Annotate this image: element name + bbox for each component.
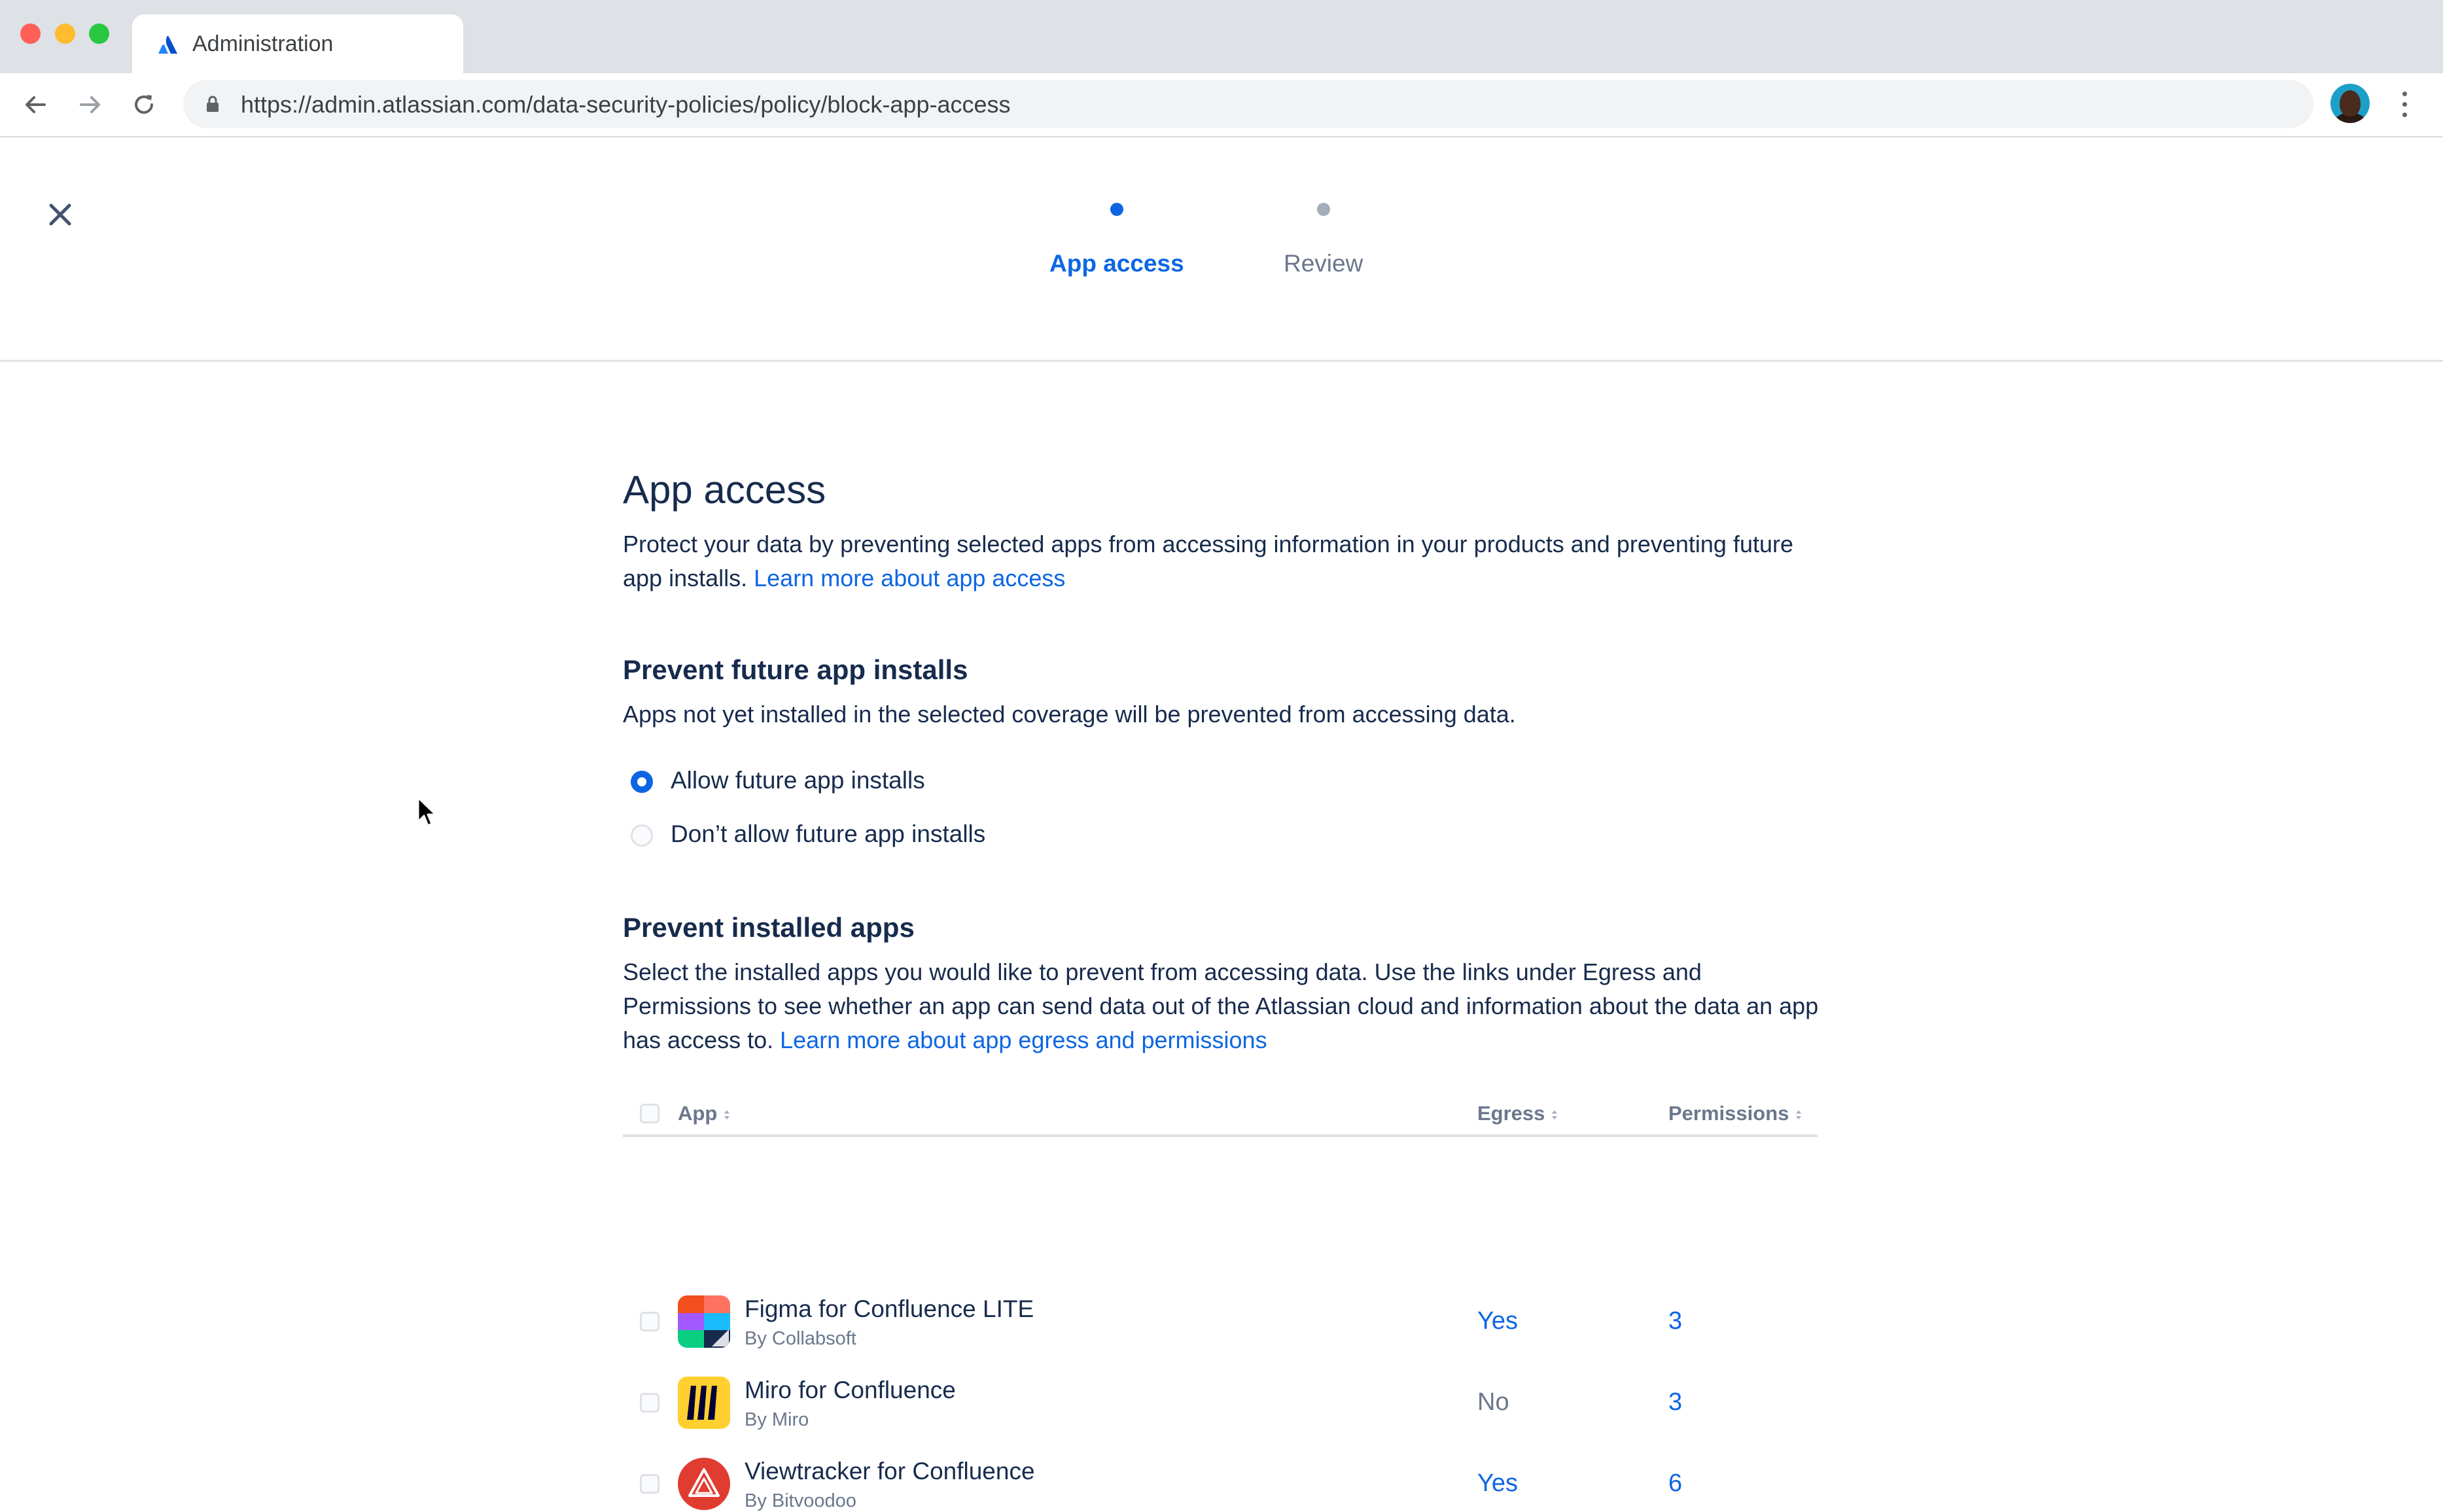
tab-strip: Administration	[0, 0, 2443, 73]
mouse-cursor-icon	[417, 796, 437, 827]
arrow-left-icon	[26, 96, 46, 113]
browser-tab[interactable]: Administration	[132, 14, 463, 73]
header-divider	[0, 360, 2443, 362]
close-icon[interactable]	[42, 196, 79, 233]
egress-value: No	[1477, 1388, 1509, 1416]
arrow-right-icon	[80, 96, 100, 113]
reload-button[interactable]	[127, 88, 161, 122]
tab-title: Administration	[192, 31, 334, 56]
figma-icon	[678, 1295, 730, 1348]
app-vendor: By Collabsoft	[745, 1328, 856, 1349]
app-vendor: By Miro	[745, 1409, 809, 1430]
intro-description: Protect your data by preventing selected…	[623, 527, 1820, 595]
page-title: App access	[623, 468, 826, 512]
step-review[interactable]: Review	[1284, 250, 1363, 277]
sort-icon	[724, 1110, 730, 1119]
installed-apps-description: Select the installed apps you would like…	[623, 955, 1820, 1057]
learn-more-app-access-link[interactable]: Learn more about app access	[754, 565, 1065, 591]
select-all-checkbox[interactable]	[640, 1104, 659, 1123]
forward-button[interactable]	[73, 88, 107, 122]
dont-allow-future-installs-label[interactable]: Don’t allow future app installs	[671, 820, 985, 848]
browser-toolbar: https://admin.atlassian.com/data-securit…	[0, 73, 2443, 137]
app-vendor: By Bitvoodoo	[745, 1490, 856, 1511]
sort-icon	[1552, 1110, 1558, 1119]
allow-future-installs-label[interactable]: Allow future app installs	[671, 767, 925, 794]
minimize-window-button[interactable]	[55, 24, 75, 44]
step-indicator-app-access	[1110, 203, 1123, 216]
column-header-app[interactable]: App	[678, 1102, 731, 1125]
app-name: Figma for Confluence LITE	[745, 1295, 1034, 1322]
viewtracker-icon	[678, 1458, 730, 1510]
future-installs-description: Apps not yet installed in the selected c…	[623, 701, 1516, 728]
more-options-icon[interactable]	[2392, 90, 2418, 119]
app-name: Miro for Confluence	[745, 1377, 956, 1403]
column-header-egress[interactable]: Egress	[1477, 1102, 1559, 1125]
wizard-header: App access Review	[0, 137, 2443, 360]
table-header-divider	[623, 1134, 1818, 1137]
close-window-button[interactable]	[20, 24, 41, 44]
permissions-link[interactable]: 6	[1668, 1469, 1682, 1498]
app-name: Viewtracker for Confluence	[745, 1458, 1035, 1485]
permissions-link[interactable]: 3	[1668, 1307, 1682, 1335]
maximize-window-button[interactable]	[89, 24, 109, 44]
profile-avatar[interactable]	[2330, 84, 2370, 123]
sort-icon	[1796, 1110, 1802, 1119]
learn-more-egress-permissions-link[interactable]: Learn more about app egress and permissi…	[780, 1027, 1267, 1053]
egress-link[interactable]: Yes	[1477, 1469, 1518, 1498]
dont-allow-future-installs-radio[interactable]	[631, 824, 653, 847]
reload-icon	[135, 95, 153, 114]
page-content: App access Review App access Protect you…	[0, 137, 2443, 1511]
column-header-permissions[interactable]: Permissions	[1668, 1102, 1803, 1125]
atlassian-logo-icon	[158, 36, 177, 54]
url-text: https://admin.atlassian.com/data-securit…	[241, 91, 1011, 118]
permissions-link[interactable]: 3	[1668, 1388, 1682, 1416]
row-checkbox[interactable]	[640, 1312, 659, 1331]
step-indicator-review	[1317, 203, 1330, 216]
allow-future-installs-radio[interactable]	[631, 771, 653, 793]
future-installs-heading: Prevent future app installs	[623, 654, 968, 685]
egress-link[interactable]: Yes	[1477, 1307, 1518, 1335]
step-app-access[interactable]: App access	[1049, 250, 1184, 277]
row-checkbox[interactable]	[640, 1393, 659, 1413]
miro-icon	[678, 1377, 730, 1429]
browser-window: Administration https://admin.atlassian.c…	[0, 0, 2443, 1511]
row-checkbox[interactable]	[640, 1474, 659, 1494]
installed-apps-heading: Prevent installed apps	[623, 912, 915, 943]
lock-icon	[207, 96, 219, 112]
back-button[interactable]	[18, 88, 52, 122]
address-bar[interactable]: https://admin.atlassian.com/data-securit…	[183, 80, 2313, 128]
